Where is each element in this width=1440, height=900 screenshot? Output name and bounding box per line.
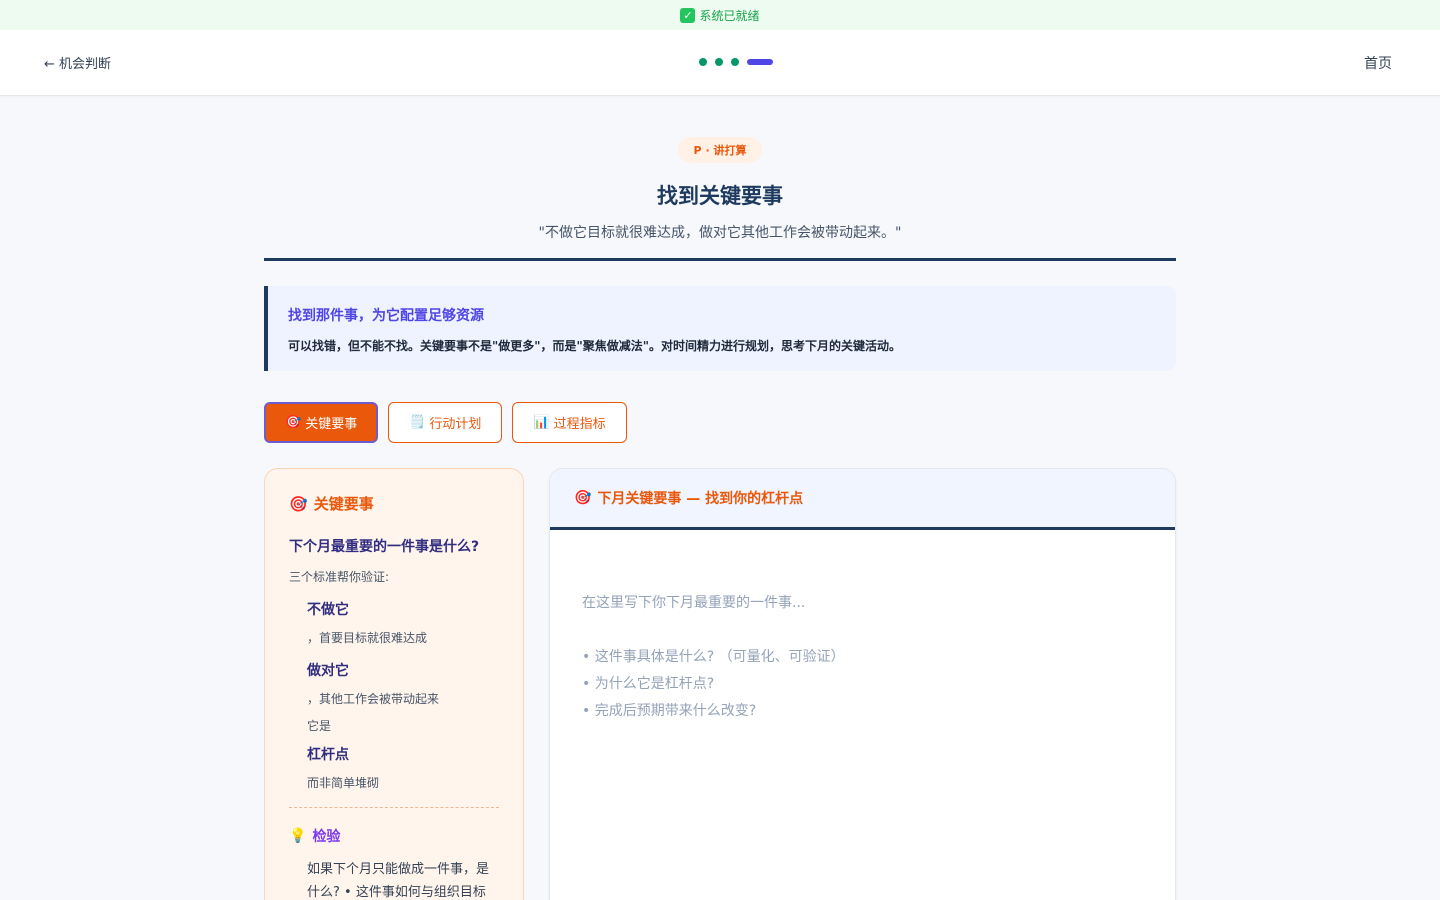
criterion-text: ，首要目标就很难达成	[307, 631, 428, 645]
editor-title: 下月关键要事 — 找到你的杠杆点	[597, 491, 804, 507]
check-header: 💡 检验	[289, 826, 499, 846]
tab-label: 过程指标	[553, 417, 606, 432]
home-link[interactable]: 首页	[1364, 53, 1392, 73]
callout-title: 找到那件事，为它配置足够资源	[288, 308, 484, 324]
key-matter-editor-card: 🎯 下月关键要事 — 找到你的杠杆点 在这里写下你下月最重要的一件事... • …	[549, 468, 1176, 900]
key-matter-textarea[interactable]: 在这里写下你下月最重要的一件事... • 这件事具体是什么? （可量化、可验证）…	[550, 530, 1175, 785]
target-icon: 🎯	[285, 415, 302, 430]
guide-divider	[289, 807, 499, 808]
section-badge: P · 讲打算	[678, 137, 762, 163]
guide-header: 🎯 关键要事	[289, 493, 499, 514]
tab-action-plan[interactable]: 🗒️ 行动计划	[388, 402, 503, 443]
placeholder-line: 在这里写下你下月最重要的一件事...	[582, 595, 806, 611]
guide-card: 🎯 关键要事 下个月最重要的一件事是什么? 三个标准帮你验证: 不做它 ，首要目…	[264, 468, 524, 900]
status-text: 系统已就绪	[699, 8, 760, 23]
bar-chart-icon: 📊	[533, 415, 550, 430]
criterion-text: 而非简单堆砌	[307, 776, 380, 790]
system-status-bar: ✓ 系统已就绪	[0, 0, 1440, 30]
step-dot-1	[699, 58, 707, 66]
check-body: 如果下个月只能做成一件事，是什么? • 这件事如何与组织目标	[307, 862, 490, 900]
lightbulb-icon: 💡	[289, 828, 307, 844]
criterion-key: 不做它	[307, 602, 349, 618]
step-indicator	[699, 58, 773, 66]
tab-label: 行动计划	[429, 417, 482, 432]
tab-process-metrics[interactable]: 📊 过程指标	[512, 402, 627, 443]
target-icon: 🎯	[289, 494, 308, 513]
page-quote: "不做它目标就很难达成，做对它其他工作会被带动起来。"	[538, 225, 902, 241]
editor-header: 🎯 下月关键要事 — 找到你的杠杆点	[550, 469, 1175, 530]
guide-subtitle: 三个标准帮你验证:	[289, 570, 390, 584]
notepad-icon: 🗒️	[409, 415, 426, 430]
back-button[interactable]: ← 机会判断	[44, 53, 111, 72]
placeholder-point: • 完成后预期带来什么改变?	[582, 703, 757, 719]
callout-body: 可以找错，但不能不找。关键要事不是"做更多"，而是"聚焦做减法"。对时间精力进行…	[288, 339, 902, 353]
guide-title: 关键要事	[313, 495, 374, 513]
title-divider	[264, 258, 1176, 261]
criterion-key: 做对它	[307, 663, 349, 679]
step-dot-2	[715, 58, 723, 66]
criteria-list: 不做它 ，首要目标就很难达成 做对它 ，其他工作会被带动起来 它是 杠杆点 而非…	[307, 599, 499, 791]
criterion-key: 杠杆点	[307, 747, 349, 763]
placeholder-point: • 这件事具体是什么? （可量化、可验证）	[582, 649, 845, 665]
check-title: 检验	[312, 829, 341, 845]
check-icon: ✓	[680, 7, 696, 23]
guide-question: 下个月最重要的一件事是什么?	[289, 539, 480, 555]
tab-label: 关键要事	[305, 417, 358, 432]
criterion-prefix: 它是	[307, 719, 332, 733]
step-dot-3	[731, 58, 739, 66]
placeholder-point: • 为什么它是杠杆点?	[582, 676, 715, 692]
target-icon: 🎯	[574, 490, 592, 506]
step-dot-4-active	[747, 59, 773, 65]
criterion-text: ，其他工作会被带动起来	[307, 692, 440, 706]
tab-key-matter[interactable]: 🎯 关键要事	[264, 402, 379, 443]
top-navigation: ← 机会判断 首页	[0, 30, 1440, 96]
tab-bar: 🎯 关键要事 🗒️ 行动计划 📊 过程指标	[264, 402, 627, 443]
page-title: 找到关键要事	[657, 184, 783, 208]
intro-callout: 找到那件事，为它配置足够资源 可以找错，但不能不找。关键要事不是"做更多"，而是…	[264, 286, 1176, 371]
